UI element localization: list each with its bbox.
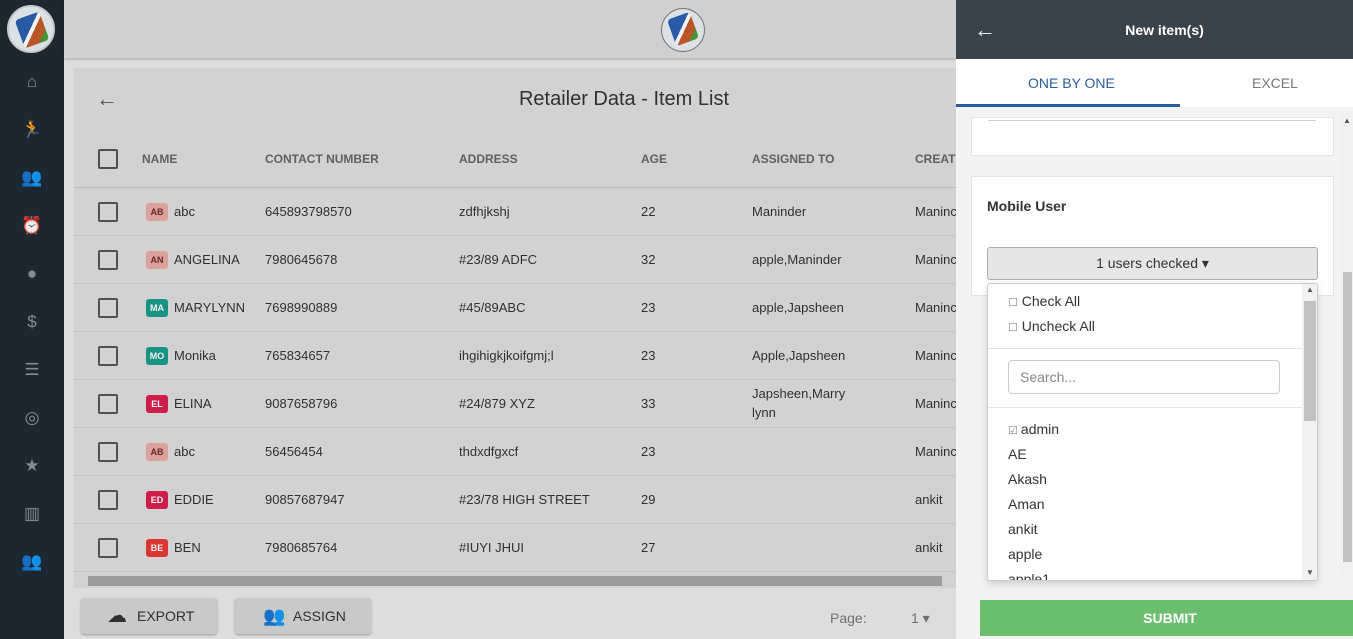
mobile-user-label: Mobile User bbox=[987, 198, 1067, 214]
panel-tabs: ONE BY ONE EXCEL bbox=[956, 59, 1353, 107]
user-option[interactable]: Akash bbox=[1008, 471, 1047, 487]
check-icon: ☐ bbox=[1008, 297, 1018, 309]
panel-title: New item(s) bbox=[1125, 22, 1204, 38]
form-section bbox=[971, 117, 1334, 156]
caret-down-icon: ▾ bbox=[1201, 255, 1209, 271]
user-search-input[interactable] bbox=[1008, 360, 1280, 394]
check-all-option[interactable]: ☐ Check All bbox=[1008, 293, 1080, 309]
users-dropdown: ☐ Check All ☐ Uncheck All ☑ admin AE Akash… bbox=[987, 283, 1318, 581]
user-option[interactable]: apple bbox=[1008, 546, 1042, 562]
submit-button[interactable]: SUBMIT bbox=[980, 600, 1353, 636]
panel-scrollbar[interactable]: ▲ bbox=[1342, 112, 1353, 582]
dropdown-scrollbar[interactable]: ▲ ▼ bbox=[1302, 284, 1317, 580]
user-option[interactable]: apple1 bbox=[1008, 571, 1050, 580]
checked-icon: ☑ bbox=[1008, 425, 1021, 437]
tab-one-by-one[interactable]: ONE BY ONE bbox=[1028, 75, 1115, 91]
uncheck-all-option[interactable]: ☐ Uncheck All bbox=[1008, 318, 1095, 334]
user-option[interactable]: Aman bbox=[1008, 496, 1045, 512]
modal-backdrop[interactable] bbox=[0, 0, 956, 639]
panel-header: ← New item(s) bbox=[956, 0, 1353, 59]
divider bbox=[988, 348, 1302, 349]
divider bbox=[988, 407, 1302, 408]
new-item-panel: ← New item(s) ONE BY ONE EXCEL Mobile Us… bbox=[956, 0, 1353, 639]
uncheck-icon: ☐ bbox=[1008, 322, 1018, 334]
user-option[interactable]: ankit bbox=[1008, 521, 1038, 537]
active-tab-indicator bbox=[956, 104, 1180, 107]
user-option[interactable]: AE bbox=[1008, 446, 1027, 462]
user-option[interactable]: ☑ admin bbox=[1008, 421, 1059, 437]
users-multiselect-button[interactable]: 1 users checked ▾ bbox=[987, 247, 1318, 280]
tab-excel[interactable]: EXCEL bbox=[1252, 75, 1298, 91]
